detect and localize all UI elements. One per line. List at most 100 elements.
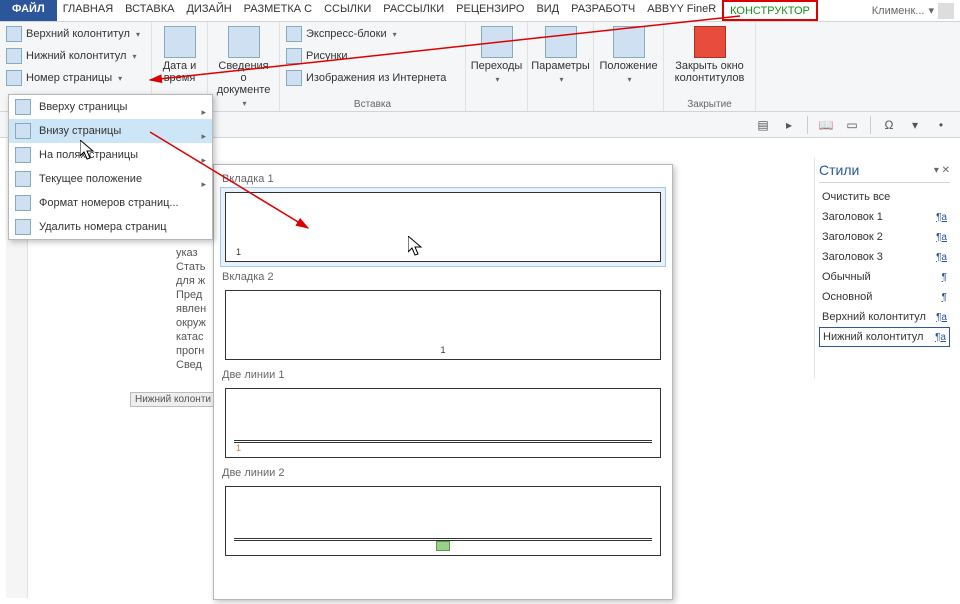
style-symbol: ¶ (942, 272, 947, 283)
gallery-item-twolines2[interactable] (220, 481, 666, 561)
tool-page-icon[interactable]: ▸ (778, 114, 800, 136)
style-label: Нижний колонтитул (823, 331, 923, 343)
gallery-item-twolines1[interactable]: 1 (220, 383, 666, 463)
doc-info-button[interactable]: Сведения о документе (214, 24, 273, 112)
menu-label: Вверху страницы (39, 101, 127, 113)
calendar-icon (164, 26, 196, 58)
tab-mailings[interactable]: РАССЫЛКИ (377, 0, 450, 21)
doc-info-label: Сведения о документе (217, 60, 271, 96)
style-row-selected[interactable]: Нижний колонтитул ¶a (819, 327, 950, 347)
group-close-label: Закрытие (664, 99, 755, 110)
tab-layout[interactable]: РАЗМЕТКА С (238, 0, 318, 21)
tab-insert[interactable]: ВСТАВКА (119, 0, 180, 21)
gallery-item-tab1[interactable]: 1 (220, 187, 666, 267)
tab-developer[interactable]: РАЗРАБОТЧ (565, 0, 641, 21)
tool-chevron-down-icon[interactable]: ▾ (904, 114, 926, 136)
style-symbol: ¶ (942, 292, 947, 303)
close-header-footer-button[interactable]: Закрыть окно колонтитулов (670, 24, 749, 86)
tab-file[interactable]: ФАЙЛ (0, 0, 57, 21)
styles-pane-close-icon[interactable]: ▾ ✕ (934, 165, 950, 176)
menu-icon (15, 195, 31, 211)
quick-parts-label: Экспресс-блоки (306, 28, 387, 40)
menu-top-of-page[interactable]: Вверху страницы (9, 95, 212, 119)
footer-label: Нижний колонтитул (26, 50, 126, 62)
group-position: Положение (594, 22, 664, 111)
style-row[interactable]: Заголовок 3¶a (819, 247, 950, 267)
style-row[interactable]: Основной ¶ (819, 287, 950, 307)
style-row[interactable]: Верхний колонтитул¶a (819, 307, 950, 327)
options-icon (545, 26, 577, 58)
page-number-gallery: Вкладка 1 1 Вкладка 2 1 Две линии 1 1 Дв… (213, 164, 673, 600)
user-name: Клименк... (872, 5, 925, 17)
user-area[interactable]: Клименк... ▾ (872, 0, 960, 21)
tool-book-icon[interactable]: 📖 (815, 114, 837, 136)
tool-omega-icon[interactable]: Ω (878, 114, 900, 136)
menu-bottom-of-page[interactable]: Внизу страницы (9, 119, 212, 143)
gallery-item-tab2[interactable]: 1 (220, 285, 666, 365)
tab-home[interactable]: ГЛАВНАЯ (57, 0, 119, 21)
style-label: Верхний колонтитул (822, 311, 926, 323)
menu-label: Внизу страницы (39, 125, 121, 137)
date-time-button[interactable]: Дата и время (158, 24, 201, 86)
quick-parts-icon (286, 26, 302, 42)
gallery-heading: Вкладка 2 (222, 271, 666, 283)
pictures-button[interactable]: Рисунки (286, 46, 459, 66)
tab-references[interactable]: ССЫЛКИ (318, 0, 377, 21)
quick-parts-button[interactable]: Экспресс-блоки (286, 24, 459, 44)
header-icon (6, 26, 22, 42)
tool-ruler-icon[interactable]: ▤ (752, 114, 774, 136)
page-number-menu: Вверху страницы Внизу страницы На полях … (8, 94, 213, 240)
style-label: Заголовок 2 (822, 231, 883, 243)
styles-pane: Стили ▾ ✕ Очистить все Заголовок 1¶a Заг… (814, 158, 954, 378)
online-pictures-icon (286, 70, 302, 86)
toolbar-sep (807, 116, 808, 134)
footer-icon (6, 48, 22, 64)
menu-page-margins[interactable]: На полях страницы (9, 143, 212, 167)
navigation-button[interactable]: Переходы (472, 24, 521, 88)
footer-button[interactable]: Нижний колонтитул (6, 46, 145, 66)
options-button[interactable]: Параметры (534, 24, 587, 88)
style-row[interactable]: Обычный¶ (819, 267, 950, 287)
menu-current-position[interactable]: Текущее положение (9, 167, 212, 191)
tab-design[interactable]: ДИЗАЙН (180, 0, 237, 21)
date-time-label: Дата и время (162, 60, 197, 84)
menu-icon (15, 219, 31, 235)
menu-icon (15, 147, 31, 163)
tab-view[interactable]: ВИД (530, 0, 565, 21)
close-label: Закрыть окно колонтитулов (674, 60, 745, 84)
style-clear-all[interactable]: Очистить все (819, 187, 950, 207)
style-label: Очистить все (822, 191, 890, 203)
tool-help-icon[interactable]: • (930, 114, 952, 136)
menu-icon (15, 99, 31, 115)
user-avatar-icon (938, 3, 954, 19)
pictures-icon (286, 48, 302, 64)
menu-format-page-numbers[interactable]: Формат номеров страниц... (9, 191, 212, 215)
style-label: Основной (822, 291, 872, 303)
group-options: Параметры (528, 22, 594, 111)
tab-review[interactable]: РЕЦЕНЗИРО (450, 0, 530, 21)
style-symbol: ¶a (936, 252, 947, 263)
group-close: Закрыть окно колонтитулов Закрытие (664, 22, 756, 111)
online-pictures-button[interactable]: Изображения из Интернета (286, 68, 459, 88)
menu-label: На полях страницы (39, 149, 138, 161)
page-number-button[interactable]: Номер страницы (6, 68, 145, 88)
style-row[interactable]: Заголовок 2¶a (819, 227, 950, 247)
menu-remove-page-numbers[interactable]: Удалить номера страниц (9, 215, 212, 239)
docinfo-icon (228, 26, 260, 58)
pictures-label: Рисунки (306, 50, 348, 62)
menu-icon (15, 171, 31, 187)
tab-abbyy[interactable]: ABBYY FineR (641, 0, 722, 21)
position-label: Положение (599, 60, 657, 72)
menu-icon (15, 123, 31, 139)
style-row[interactable]: Заголовок 1¶a (819, 207, 950, 227)
position-button[interactable]: Положение (600, 24, 657, 88)
tab-constructor[interactable]: КОНСТРУКТОР (722, 0, 818, 21)
tool-doc-icon[interactable]: ▭ (841, 114, 863, 136)
header-button[interactable]: Верхний колонтитул (6, 24, 145, 44)
footer-tab-label: Нижний колонти (130, 392, 216, 407)
ribbon-tabs: ФАЙЛ ГЛАВНАЯ ВСТАВКА ДИЗАЙН РАЗМЕТКА С С… (0, 0, 960, 22)
toolbar-sep (870, 116, 871, 134)
close-icon (694, 26, 726, 58)
style-symbol: ¶a (935, 332, 946, 343)
group-insert: Экспресс-блоки Рисунки Изображения из Ин… (280, 22, 466, 111)
